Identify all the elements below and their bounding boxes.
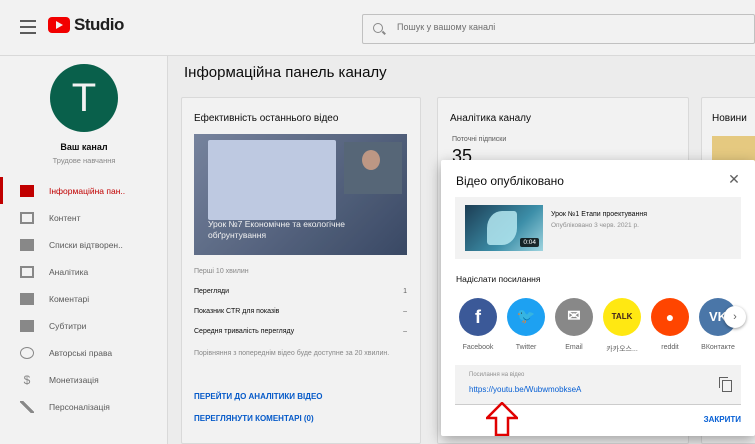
share-kakaotalk-button[interactable]: TALK 카카오스...: [599, 298, 645, 354]
share-options: f Facebook 🐦 Twitter ✉ Email TALK 카카오스..…: [455, 298, 745, 358]
share-name: Email: [565, 344, 583, 351]
share-name: Facebook: [462, 344, 494, 351]
copy-icon[interactable]: [719, 377, 732, 392]
dialog-title: Відео опубліковано: [456, 174, 564, 188]
share-twitter-button[interactable]: 🐦 Twitter: [503, 298, 549, 351]
video-published-dialog: Відео опубліковано ✕ 0:04 Урок №1 Етапи …: [441, 160, 755, 436]
video-link[interactable]: https://youtu.be/WubwmobkseA: [469, 385, 581, 394]
share-name: 카카오스...: [606, 346, 638, 353]
share-reddit-button[interactable]: ● reddit: [647, 298, 693, 351]
share-label: Надіслати посилання: [456, 274, 541, 284]
chevron-right-icon[interactable]: ›: [724, 306, 746, 328]
published-video-card: 0:04 Урок №1 Етапи проектування Опубліко…: [455, 197, 741, 259]
share-name: Twitter: [515, 344, 537, 351]
video-thumbnail[interactable]: 0:04: [465, 205, 543, 251]
video-duration: 0:04: [520, 238, 539, 247]
share-facebook-button[interactable]: f Facebook: [455, 298, 501, 351]
video-title[interactable]: Урок №1 Етапи проектування: [551, 211, 647, 218]
kakaotalk-icon: TALK: [603, 298, 641, 336]
video-date: Опубліковано 3 черв. 2021 р.: [551, 222, 639, 229]
share-email-button[interactable]: ✉ Email: [551, 298, 597, 351]
close-icon[interactable]: ✕: [725, 170, 743, 188]
share-name: reddit: [661, 344, 679, 351]
annotation-arrow-icon: [486, 402, 518, 436]
email-icon: ✉: [555, 298, 593, 336]
link-label: Посилання на відео: [469, 372, 525, 378]
facebook-icon: f: [459, 298, 497, 336]
share-name: ВКонтакте: [701, 344, 735, 351]
close-button[interactable]: ЗАКРИТИ: [704, 415, 741, 424]
twitter-icon: 🐦: [507, 298, 545, 336]
reddit-icon: ●: [651, 298, 689, 336]
video-link-field[interactable]: Посилання на відео https://youtu.be/Wubw…: [455, 365, 741, 405]
